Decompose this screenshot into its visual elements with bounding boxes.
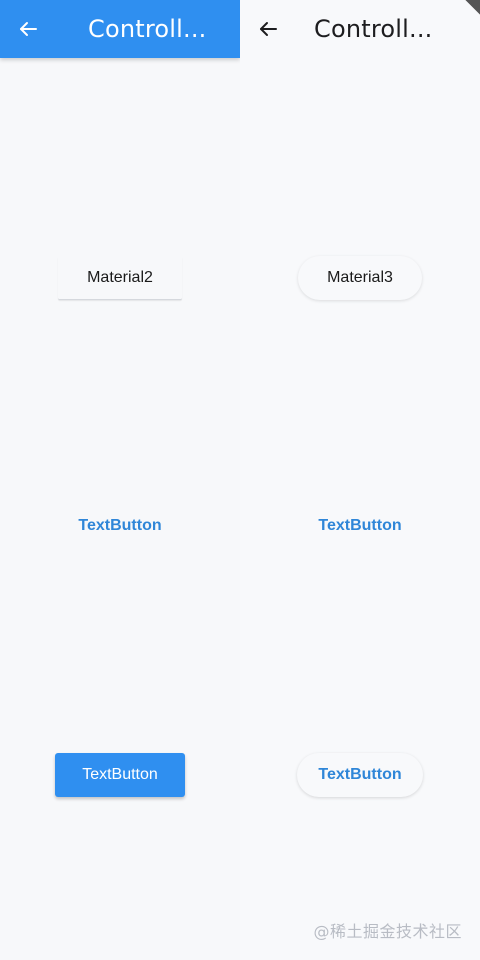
app-bar-title: Controll... [314,15,433,43]
material3-app-bar: Controll... [240,0,480,58]
material2-filled-text-button[interactable]: TextButton [55,753,185,797]
material2-panel: Controll... Material2 TextButton TextBut… [0,0,240,960]
arrow-back-icon[interactable] [0,0,56,58]
material3-elevated-button[interactable]: Material3 [298,256,422,300]
material2-app-bar: Controll... [0,0,240,58]
material3-panel: Controll... Material3 TextButton TextBut… [240,0,480,960]
app-bar-title: Controll... [88,15,207,43]
material3-text-button[interactable]: TextButton [298,504,422,548]
material2-text-button[interactable]: TextButton [58,504,182,548]
corner-decoration [462,0,480,18]
app-root: Controll... Material2 TextButton TextBut… [0,0,480,960]
arrow-back-icon[interactable] [240,0,296,58]
watermark: @稀土掘金技术社区 [313,922,462,941]
material3-tonal-text-button[interactable]: TextButton [297,753,423,797]
material2-elevated-button[interactable]: Material2 [58,256,182,300]
